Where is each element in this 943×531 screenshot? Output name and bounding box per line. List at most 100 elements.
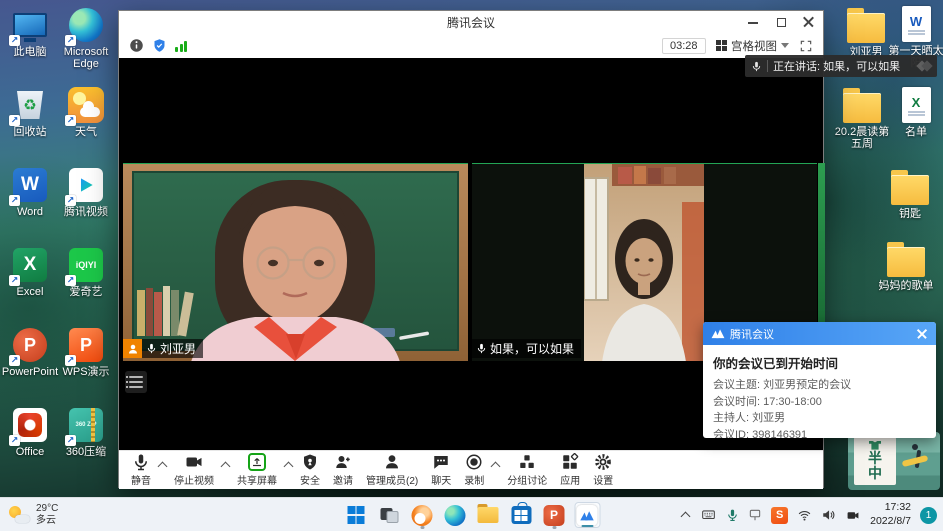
- word-doc-icon: W: [897, 5, 935, 43]
- chat-button[interactable]: 聊天: [431, 453, 451, 487]
- settings-button[interactable]: 设置: [593, 453, 613, 487]
- members-icon: [383, 453, 401, 471]
- wifi-icon[interactable]: [797, 509, 812, 522]
- desktop-icon-label: 妈妈的歌单: [879, 280, 934, 292]
- iqiyi-icon: iQIYI↗: [67, 246, 105, 284]
- desktop-icon-label: 20.2晨读第五周: [834, 126, 890, 151]
- taskbar-weather-widget[interactable]: 29°C 多云: [8, 498, 58, 531]
- stop-video-button[interactable]: 停止视频: [174, 453, 214, 487]
- mute-button[interactable]: 静音: [131, 453, 151, 487]
- microphone-icon: [132, 453, 150, 471]
- shortcut-arrow-icon: ↗: [9, 275, 20, 286]
- taskbar-center-icons: P: [343, 498, 600, 531]
- folder-icon: [887, 240, 925, 278]
- desktop-icon-360zip[interactable]: 360 ZIP↗ 360压缩: [58, 402, 114, 482]
- taskbar-file-explorer[interactable]: [475, 502, 501, 528]
- taskbar-microsoft-store[interactable]: [508, 502, 534, 528]
- 360zip-icon: 360 ZIP↗: [67, 406, 105, 444]
- touch-keyboard-icon[interactable]: [700, 508, 717, 522]
- tray-sign-icon[interactable]: [748, 508, 762, 522]
- view-mode-button[interactable]: 宫格视图: [716, 38, 790, 54]
- store-icon: [511, 506, 531, 524]
- desktop-icon-iqiyi[interactable]: iQIYI↗ 爱奇艺: [58, 242, 114, 322]
- shortcut-arrow-icon: ↗: [9, 115, 20, 126]
- tray-microphone-icon[interactable]: [726, 508, 739, 522]
- fullscreen-icon[interactable]: [799, 39, 813, 53]
- desktop-icon-wps[interactable]: P↗ WPS演示: [58, 322, 114, 402]
- tencent-meeting-icon: [577, 505, 598, 526]
- mute-options-chevron[interactable]: [158, 460, 167, 469]
- taskbar-360-browser[interactable]: [409, 502, 435, 528]
- desktop-icon-this-pc[interactable]: ↗ 此电脑: [2, 2, 58, 82]
- minimize-icon[interactable]: [747, 16, 759, 28]
- task-view-button[interactable]: [376, 502, 402, 528]
- share-screen-icon: [248, 453, 266, 471]
- record-button[interactable]: 录制: [464, 453, 484, 487]
- desktop-screen: ↗ 此电脑 ↗ Microsoft Edge ♻↗ 回收站 ↗ 天气 W↗ Wo…: [0, 0, 943, 531]
- network-signal-icon[interactable]: [175, 40, 187, 52]
- taskbar-powerpoint[interactable]: P: [541, 502, 567, 528]
- sogou-input-icon[interactable]: S: [771, 507, 788, 524]
- apps-button[interactable]: 应用: [560, 453, 580, 487]
- notification-app-name: 腾讯会议: [730, 326, 774, 342]
- desktop-icon-excel[interactable]: X↗ Excel: [2, 242, 58, 322]
- tray-expand-chevron-icon[interactable]: [681, 511, 691, 519]
- video-options-chevron[interactable]: [221, 460, 230, 469]
- desktop-icon-folder-reading[interactable]: 20.2晨读第五周: [834, 86, 890, 151]
- excel-doc-icon: X: [897, 86, 935, 124]
- desktop-icon-folder-liuyanan[interactable]: 刘亚男: [838, 6, 894, 58]
- desktop-icon-office[interactable]: ↗ Office: [2, 402, 58, 482]
- close-icon[interactable]: [803, 16, 815, 28]
- invite-button[interactable]: 邀请: [333, 453, 353, 487]
- desktop-icon-excel-doc[interactable]: X 名单: [888, 86, 943, 138]
- meeting-watermark-icon: [918, 62, 931, 70]
- start-button[interactable]: [343, 502, 369, 528]
- host-video-frame: [123, 164, 468, 361]
- wallpaper-surf-card: 半 中: [848, 432, 940, 490]
- tray-camera-icon[interactable]: [845, 509, 861, 522]
- desktop-icon-label: PowerPoint: [2, 366, 58, 378]
- desktop-icon-recycle-bin[interactable]: ♻↗ 回收站: [2, 82, 58, 162]
- shortcut-arrow-icon: ↗: [9, 355, 20, 366]
- close-icon[interactable]: [916, 328, 928, 340]
- participant-name-badge: 刘亚男: [123, 339, 203, 358]
- microphone-icon: [751, 61, 762, 72]
- video-tile-host[interactable]: 刘亚男: [123, 163, 468, 361]
- agenda-list-icon[interactable]: [125, 371, 147, 393]
- speaker-icon[interactable]: [821, 508, 836, 522]
- speaking-caption-toast: 正在讲话: 如果，可以如果: [745, 55, 937, 77]
- word-icon: W↗: [11, 166, 49, 204]
- meeting-protect-shield-icon[interactable]: [152, 38, 167, 53]
- desktop-icon-edge[interactable]: ↗ Microsoft Edge: [58, 2, 114, 82]
- settings-gear-icon: [594, 453, 612, 471]
- share-options-chevron[interactable]: [284, 460, 293, 469]
- shortcut-arrow-icon: ↗: [65, 35, 76, 46]
- share-screen-button[interactable]: 共享屏幕: [237, 453, 277, 487]
- desktop-icon-powerpoint[interactable]: P↗ PowerPoint: [2, 322, 58, 402]
- desktop-icon-word[interactable]: W↗ Word: [2, 162, 58, 242]
- grid-view-icon: [716, 40, 728, 52]
- record-options-chevron[interactable]: [491, 460, 500, 469]
- desktop-icon-folder-playlist[interactable]: 妈妈的歌单: [878, 240, 934, 292]
- taskbar: 29°C 多云 P S 1: [0, 497, 943, 531]
- security-button[interactable]: 安全: [300, 453, 320, 487]
- recycle-bin-icon: ♻↗: [11, 86, 49, 124]
- shortcut-arrow-icon: ↗: [65, 115, 76, 126]
- desktop-icon-label: Office: [16, 446, 45, 458]
- window-titlebar[interactable]: 腾讯会议: [119, 11, 823, 33]
- desktop-icon-folder-keys[interactable]: 钥匙: [882, 168, 938, 220]
- breakout-rooms-button[interactable]: 分组讨论: [507, 453, 547, 487]
- desktop-icon-grid: ↗ 此电脑 ↗ Microsoft Edge ♻↗ 回收站 ↗ 天气 W↗ Wo…: [2, 2, 114, 482]
- desktop-icon-tencent-video[interactable]: ↗ 腾讯视频: [58, 162, 114, 242]
- taskbar-clock[interactable]: 17:32 2022/8/7: [870, 501, 911, 528]
- notification-line: 会议时间: 17:30-18:00: [713, 394, 926, 411]
- weather-icon: ↗: [67, 86, 105, 124]
- shortcut-arrow-icon: ↗: [9, 195, 20, 206]
- maximize-icon[interactable]: [775, 16, 787, 28]
- taskbar-tencent-meeting-active[interactable]: [574, 502, 600, 528]
- taskbar-edge[interactable]: [442, 502, 468, 528]
- notification-count-badge[interactable]: 1: [920, 507, 937, 524]
- meeting-info-icon[interactable]: [129, 38, 144, 53]
- desktop-icon-weather[interactable]: ↗ 天气: [58, 82, 114, 162]
- manage-members-button[interactable]: 管理成员(2): [366, 453, 418, 487]
